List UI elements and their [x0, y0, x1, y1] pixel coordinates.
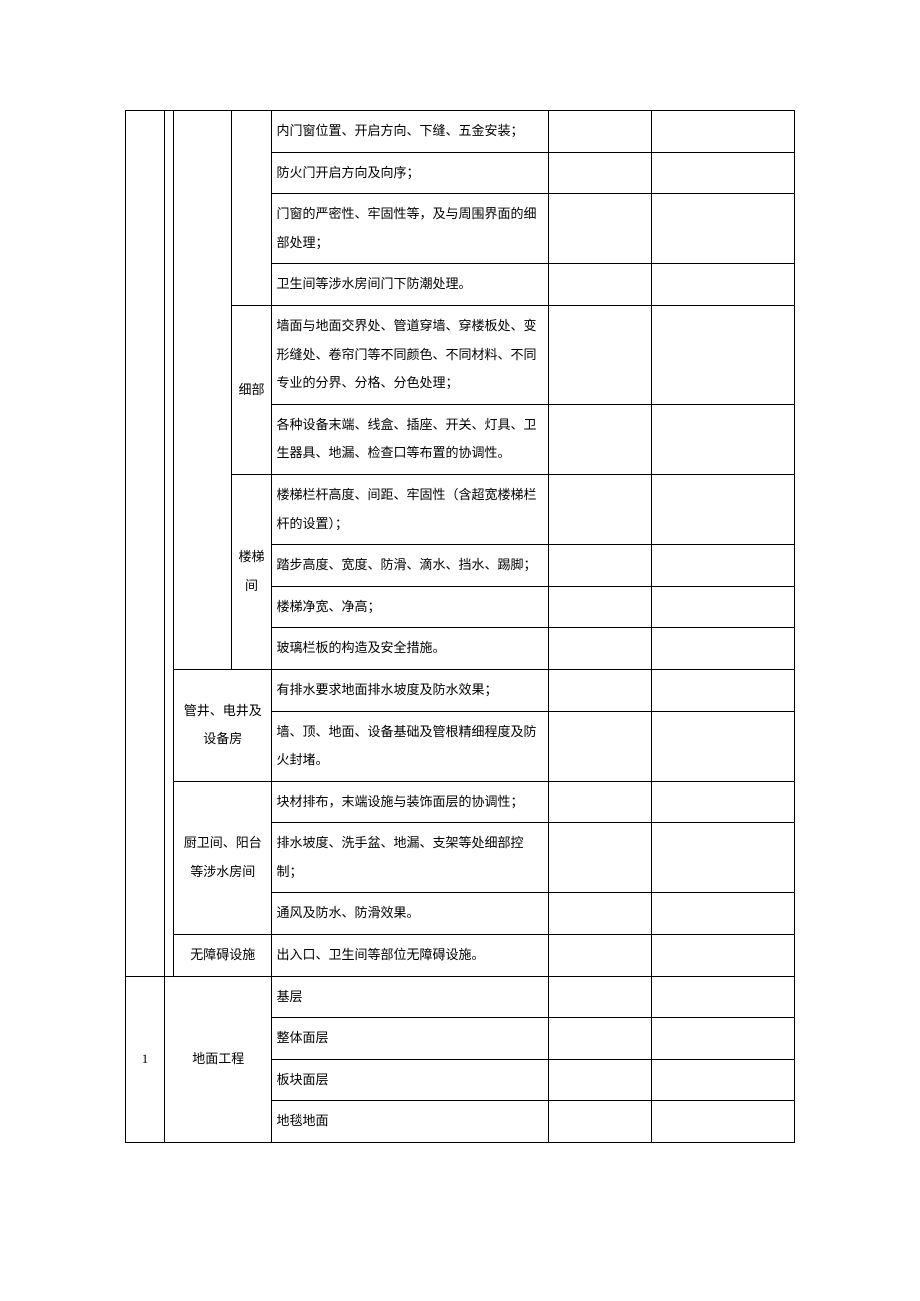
cell-check1	[549, 404, 651, 474]
cell-check2	[651, 194, 794, 264]
cell-content: 踏步高度、宽度、防滑、滴水、挡水、踢脚；	[272, 545, 549, 587]
cell-check2	[651, 152, 794, 194]
cell-check2	[651, 545, 794, 587]
cell-check2	[651, 781, 794, 823]
cell-check1	[549, 935, 651, 977]
cell-check1	[549, 194, 651, 264]
cell-check1	[549, 474, 651, 544]
cell-content: 内门窗位置、开启方向、下缝、五金安装；	[272, 111, 549, 153]
table-row: 1 地面工程 基层	[126, 976, 795, 1018]
cell-check2	[651, 305, 794, 404]
cell-check1	[549, 976, 651, 1018]
table-row: 无障碍设施 出入口、卫生间等部位无障碍设施。	[126, 935, 795, 977]
cell-num-blank	[126, 111, 165, 977]
table-row: 厨卫间、阳台等涉水房间 块材排布，末端设施与装饰面层的协调性；	[126, 781, 795, 823]
cell-check1	[549, 111, 651, 153]
cell-content: 墙、顶、地面、设备基础及管根精细程度及防火封堵。	[272, 711, 549, 781]
table-row: 内门窗位置、开启方向、下缝、五金安装；	[126, 111, 795, 153]
cell-cat3-xibu: 细部	[231, 305, 272, 474]
cell-content: 防火门开启方向及向序；	[272, 152, 549, 194]
cell-cat2-blank	[174, 111, 231, 670]
cell-check1	[549, 545, 651, 587]
cell-check2	[651, 893, 794, 935]
cell-check1	[549, 1059, 651, 1101]
cell-check2	[651, 1059, 794, 1101]
cell-check2	[651, 474, 794, 544]
cell-cat-dimian: 地面工程	[164, 976, 272, 1142]
cell-content: 有排水要求地面排水坡度及防水效果；	[272, 669, 549, 711]
table-row: 管井、电井及设备房 有排水要求地面排水坡度及防水效果；	[126, 669, 795, 711]
cell-check2	[651, 586, 794, 628]
cell-cat3-doors	[231, 111, 272, 306]
cell-content: 墙面与地面交界处、管道穿墙、穿楼板处、变形缝处、卷帘门等不同颜色、不同材料、不同…	[272, 305, 549, 404]
cell-content: 门窗的严密性、牢固性等，及与周围界面的细部处理；	[272, 194, 549, 264]
cell-cat3-loutijian: 楼梯间	[231, 474, 272, 669]
cell-content: 地毯地面	[272, 1101, 549, 1143]
inspection-table: 内门窗位置、开启方向、下缝、五金安装； 防火门开启方向及向序； 门窗的严密性、牢…	[125, 110, 795, 1143]
cell-check2	[651, 669, 794, 711]
cell-check1	[549, 1018, 651, 1060]
cell-cat-wuzhangai: 无障碍设施	[174, 935, 272, 977]
cell-content: 卫生间等涉水房间门下防潮处理。	[272, 264, 549, 306]
cell-content: 基层	[272, 976, 549, 1018]
cell-cat-chuwei: 厨卫间、阳台等涉水房间	[174, 781, 272, 934]
cell-check1	[549, 305, 651, 404]
cell-check2	[651, 264, 794, 306]
cell-check1	[549, 669, 651, 711]
cell-check1	[549, 628, 651, 670]
cell-content: 楼梯净宽、净高；	[272, 586, 549, 628]
cell-check2	[651, 404, 794, 474]
cell-check1	[549, 586, 651, 628]
cell-content: 玻璃栏板的构造及安全措施。	[272, 628, 549, 670]
cell-check2	[651, 111, 794, 153]
cell-content: 板块面层	[272, 1059, 549, 1101]
cell-check2	[651, 1018, 794, 1060]
cell-check2	[651, 628, 794, 670]
cell-content: 各种设备末端、线盒、插座、开关、灯具、卫生器具、地漏、检查口等布置的协调性。	[272, 404, 549, 474]
cell-check1	[549, 823, 651, 893]
cell-check1	[549, 711, 651, 781]
cell-content: 整体面层	[272, 1018, 549, 1060]
cell-check1	[549, 893, 651, 935]
cell-content: 块材排布，末端设施与装饰面层的协调性；	[272, 781, 549, 823]
cell-content: 排水坡度、洗手盆、地漏、支架等处细部控制；	[272, 823, 549, 893]
cell-check1	[549, 1101, 651, 1143]
document-page: 内门窗位置、开启方向、下缝、五金安装； 防火门开启方向及向序； 门窗的严密性、牢…	[0, 0, 920, 1301]
cell-check1	[549, 152, 651, 194]
cell-check2	[651, 823, 794, 893]
cell-num-1: 1	[126, 976, 165, 1142]
cell-check2	[651, 711, 794, 781]
cell-cat1-blank	[164, 111, 173, 977]
cell-check2	[651, 1101, 794, 1143]
cell-content: 楼梯栏杆高度、间距、牢固性（含超宽楼梯栏杆的设置）；	[272, 474, 549, 544]
cell-check1	[549, 264, 651, 306]
cell-check1	[549, 781, 651, 823]
cell-check2	[651, 976, 794, 1018]
cell-content: 通风及防水、防滑效果。	[272, 893, 549, 935]
cell-cat-guanjing: 管井、电井及设备房	[174, 669, 272, 781]
cell-content: 出入口、卫生间等部位无障碍设施。	[272, 935, 549, 977]
cell-check2	[651, 935, 794, 977]
